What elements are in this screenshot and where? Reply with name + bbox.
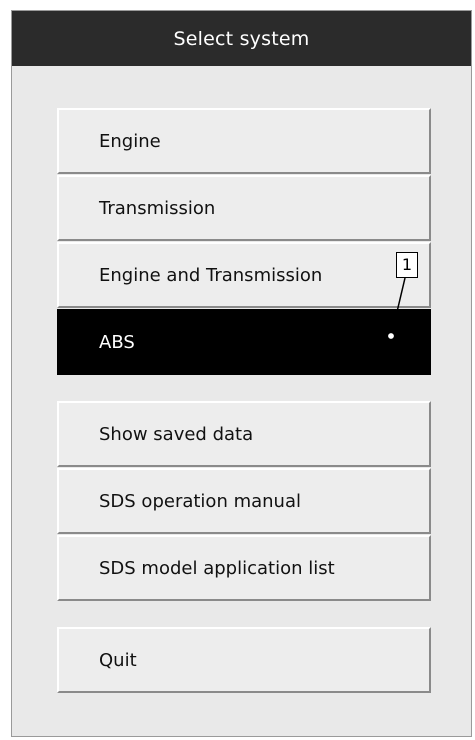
sds-operation-manual-button[interactable]: SDS operation manual [57,468,431,534]
abs-button[interactable]: ABS [57,309,431,375]
engine-and-transmission-button[interactable]: Engine and Transmission [57,242,431,308]
engine-button[interactable]: Engine [57,108,431,174]
callout-number-badge: 1 [396,252,418,278]
select-system-window: Select system Engine Transmission Engine… [11,10,472,737]
quit-button[interactable]: Quit [57,627,431,693]
sds-model-application-list-button[interactable]: SDS model application list [57,535,431,601]
window-title: Select system [12,11,471,66]
show-saved-data-button[interactable]: Show saved data [57,401,431,467]
transmission-button[interactable]: Transmission [57,175,431,241]
